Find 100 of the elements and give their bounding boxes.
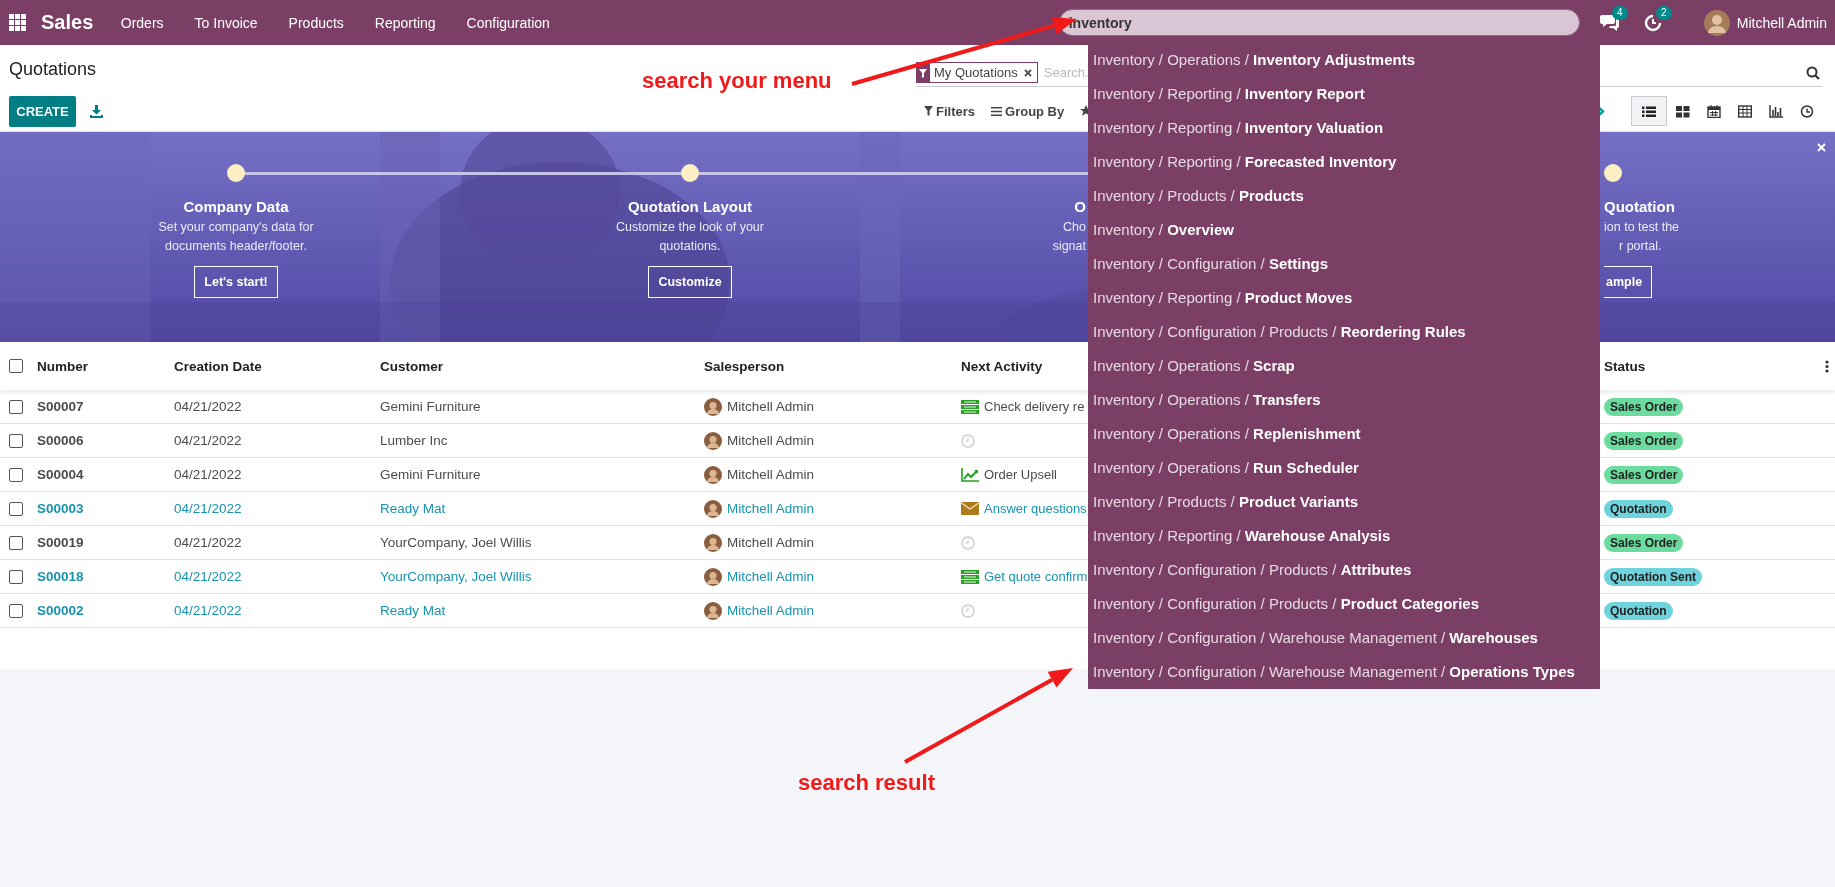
step-description: quotations. [659, 238, 721, 255]
user-avatar[interactable] [1703, 9, 1730, 36]
column-header[interactable]: Customer [380, 358, 704, 374]
table-cell: Mitchell Admin [727, 569, 815, 584]
app-name[interactable]: Sales [41, 11, 94, 34]
menu-item[interactable]: Inventory / Operations / Run Scheduler [1088, 451, 1600, 485]
menu-item[interactable]: Inventory / Configuration / Products / Reordering Rules [1088, 315, 1600, 349]
step-button[interactable]: Customize [648, 266, 732, 298]
table-cell-text: S00002 [37, 603, 85, 618]
envelope-icon[interactable] [961, 502, 979, 515]
notification-badge: 2 [1655, 5, 1672, 20]
activity-link[interactable]: Get quote confirm [984, 569, 1088, 584]
table-cell-text: 04/21/2022 [174, 399, 243, 414]
select-all-checkbox[interactable] [9, 359, 23, 373]
step-button[interactable]: ample [1604, 266, 1653, 298]
table-cell-text: 04/21/2022 [174, 433, 243, 448]
download-icon[interactable] [90, 104, 103, 118]
table-cell-text: S00018 [37, 569, 85, 584]
row-checkbox[interactable] [9, 535, 23, 550]
row-checkbox[interactable] [9, 433, 23, 448]
task-list-icon[interactable] [961, 569, 979, 584]
row-checkbox[interactable] [9, 467, 23, 482]
table-cell-text: 04/21/2022 [174, 569, 243, 584]
column-header[interactable]: Number [37, 358, 174, 374]
activity-link[interactable]: Answer questions [984, 501, 1087, 516]
step-description: Customize the look of your [616, 219, 764, 236]
step-button[interactable]: Let's start! [194, 266, 278, 298]
column-header[interactable]: Next Activity [961, 358, 1088, 374]
table-cell-text: 04/21/2022 [174, 467, 243, 482]
table-cell-text: S00004 [37, 467, 85, 482]
activity-link[interactable]: Order Upsell [984, 467, 1057, 482]
column-options-icon[interactable] [1825, 359, 1829, 373]
table-cell-text: Lumber Inc [380, 433, 449, 448]
trend-chart-icon[interactable] [961, 467, 979, 482]
status-badge: Quotation Sent [1604, 568, 1702, 586]
avatar [704, 465, 722, 484]
grid-view-icon [1675, 104, 1690, 118]
table-cell: Mitchell Admin [727, 433, 815, 448]
menu-item[interactable]: Inventory / Reporting / Warehouse Analysis [1088, 519, 1600, 553]
menu-item[interactable]: Inventory / Configuration / Warehouse Management / Warehouses [1088, 621, 1600, 655]
bar-chart-icon [1768, 104, 1783, 118]
menu-search-field[interactable]: inventory [1058, 9, 1580, 36]
row-checkbox[interactable] [9, 569, 23, 584]
menu-link[interactable]: Configuration [451, 14, 566, 31]
clock-icon [1799, 104, 1814, 118]
step-description: signat [1052, 238, 1086, 255]
menu-item[interactable]: Inventory / Operations / Inventory Adjustments [1088, 43, 1600, 77]
create-button[interactable]: CREATE [9, 95, 76, 127]
search-facet[interactable]: My Quotations [916, 62, 1038, 83]
table-cell-text: 04/21/2022 [174, 535, 243, 550]
menu-item[interactable]: Inventory / Operations / Replenishment [1088, 417, 1600, 451]
table-cell-text: Ready Mat [380, 501, 447, 516]
apps-menu-icon[interactable] [9, 14, 26, 31]
filter-icon [924, 106, 933, 116]
menu-link[interactable]: Orders [105, 14, 180, 31]
avatar [704, 397, 722, 416]
view-switch-button[interactable] [1631, 96, 1667, 126]
menu-item[interactable]: Inventory / Reporting / Inventory Valuation [1088, 111, 1600, 145]
menu-link[interactable]: Products [273, 14, 360, 31]
table-cell-text: Gemini Furniture [380, 467, 482, 482]
avatar [704, 431, 722, 450]
row-checkbox[interactable] [9, 399, 23, 414]
menu-item[interactable]: Inventory / Reporting / Product Moves [1088, 281, 1600, 315]
column-header[interactable]: Salesperson [704, 358, 961, 374]
table-cell: Mitchell Admin [727, 501, 815, 516]
search-icon[interactable] [1806, 65, 1820, 80]
menu-item[interactable]: Inventory / Products / Product Variants [1088, 485, 1600, 519]
group-by-button[interactable]: Group By [983, 103, 1073, 119]
step-title: Quotation [1604, 198, 1675, 217]
menu-item[interactable]: Inventory / Operations / Scrap [1088, 349, 1600, 383]
row-checkbox[interactable] [9, 603, 23, 618]
activity-link[interactable]: Check delivery re [984, 399, 1085, 414]
table-cell-text: YourCompany, Joel Willis [380, 569, 533, 584]
status-badge: Sales Order [1604, 534, 1684, 552]
close-icon[interactable] [1023, 68, 1032, 77]
table-cell-text: S00019 [37, 535, 85, 550]
column-header[interactable]: Creation Date [174, 358, 380, 374]
step-title: O [1074, 198, 1086, 217]
menu-item[interactable]: Inventory / Reporting / Forecasted Inventory [1088, 145, 1600, 179]
filters-button[interactable]: Filters [916, 103, 983, 119]
status-badge: Quotation [1604, 602, 1673, 620]
menu-item[interactable]: Inventory / Configuration / Products / Attributes [1088, 553, 1600, 587]
table-cell-text: S00007 [37, 399, 85, 414]
status-badge: Quotation [1604, 500, 1673, 518]
menu-item[interactable]: Inventory / Overview [1088, 213, 1600, 247]
notification-badge: 4 [1611, 5, 1628, 20]
menu-item[interactable]: Inventory / Configuration / Warehouse Management / Operations Types [1088, 655, 1600, 689]
menu-item[interactable]: Inventory / Configuration / Settings [1088, 247, 1600, 281]
task-list-icon[interactable] [961, 399, 979, 414]
column-header[interactable]: Status [1604, 358, 1824, 374]
menu-item[interactable]: Inventory / Configuration / Products / Product Categories [1088, 587, 1600, 621]
status-badge: Sales Order [1604, 432, 1684, 450]
user-name[interactable]: Mitchell Admin [1736, 14, 1827, 31]
menu-link[interactable]: To Invoice [179, 14, 274, 31]
menu-item[interactable]: Inventory / Products / Products [1088, 179, 1600, 213]
row-checkbox[interactable] [9, 501, 23, 516]
menu-link[interactable]: Reporting [359, 14, 452, 31]
list-view-icon [1642, 104, 1656, 118]
menu-item[interactable]: Inventory / Reporting / Inventory Report [1088, 77, 1600, 111]
menu-item[interactable]: Inventory / Operations / Transfers [1088, 383, 1600, 417]
